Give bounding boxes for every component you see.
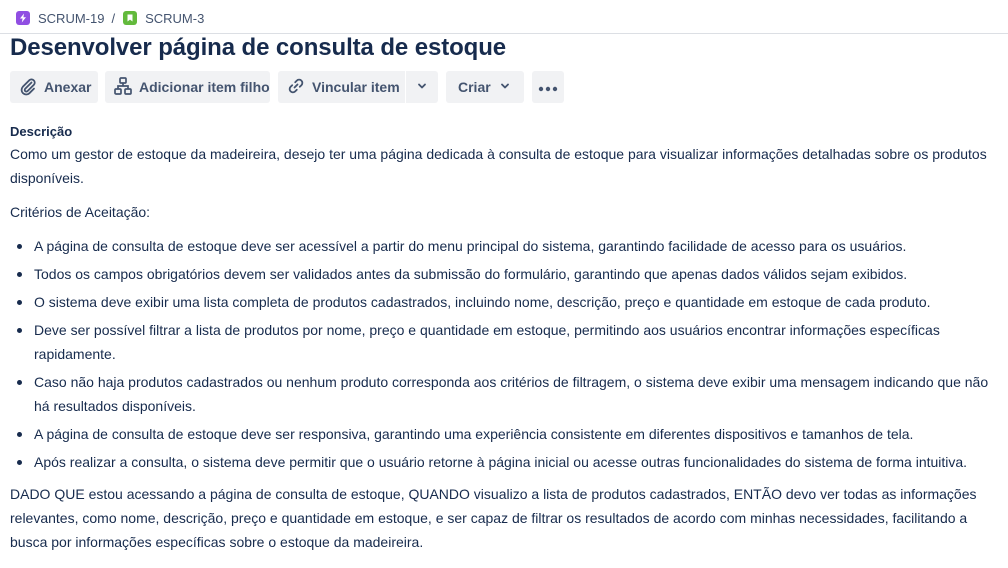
- list-item: O sistema deve exibir uma lista completa…: [10, 290, 1000, 314]
- list-item: A página de consulta de estoque deve ser…: [10, 422, 1000, 446]
- create-button-label: Criar: [458, 79, 491, 95]
- link-icon: [286, 76, 306, 99]
- list-item: Caso não haja produtos cadastrados ou ne…: [10, 370, 1000, 418]
- link-item-label: Vincular item: [312, 79, 400, 95]
- epic-lightning-icon: [16, 11, 30, 25]
- breadcrumb-story-label: SCRUM-3: [145, 10, 205, 26]
- description-section[interactable]: Descrição Como um gestor de estoque da m…: [10, 124, 1000, 554]
- list-item: Após realizar a consulta, o sistema deve…: [10, 450, 1000, 474]
- issue-toolbar: Anexar Adicionar item filho Vincular ite…: [10, 71, 564, 103]
- list-item: Todos os campos obrigatórios devem ser v…: [10, 262, 1000, 286]
- description-intro: Como um gestor de estoque da madeireira,…: [10, 146, 987, 186]
- chevron-down-icon: [499, 79, 511, 95]
- acceptance-criteria-list: A página de consulta de estoque deve ser…: [10, 234, 1000, 474]
- more-actions-button[interactable]: [532, 71, 564, 103]
- description-heading: Descrição: [10, 124, 73, 139]
- list-item: A página de consulta de estoque deve ser…: [10, 234, 1000, 258]
- list-item: Deve ser possível filtrar a lista de pro…: [10, 318, 1000, 366]
- criteria-heading: Critérios de Aceitação:: [10, 204, 151, 220]
- create-button[interactable]: Criar: [446, 71, 524, 103]
- breadcrumb-separator: /: [111, 10, 116, 26]
- breadcrumb-epic-label: SCRUM-19: [38, 10, 105, 26]
- chevron-down-icon: [416, 79, 428, 95]
- link-item-button[interactable]: Vincular item: [278, 71, 405, 103]
- link-item-dropdown-button[interactable]: [406, 71, 438, 103]
- breadcrumb-epic-link[interactable]: SCRUM-19: [16, 11, 104, 26]
- attach-button-label: Anexar: [44, 79, 92, 95]
- paperclip-icon: [18, 76, 38, 99]
- issue-title[interactable]: Desenvolver página de consulta de estoqu…: [10, 34, 506, 62]
- more-horizontal-icon: [538, 79, 558, 95]
- breadcrumb-story-link[interactable]: SCRUM-3: [123, 11, 204, 26]
- acceptance-scenario: DADO QUE estou acessando a página de con…: [10, 486, 977, 550]
- add-child-item-label: Adicionar item filho: [139, 79, 270, 95]
- add-child-item-button[interactable]: Adicionar item filho: [105, 71, 270, 103]
- attach-button[interactable]: Anexar: [10, 71, 98, 103]
- hierarchy-icon: [113, 76, 133, 99]
- breadcrumb: SCRUM-19 / SCRUM-3: [16, 9, 204, 27]
- story-bookmark-icon: [123, 11, 138, 25]
